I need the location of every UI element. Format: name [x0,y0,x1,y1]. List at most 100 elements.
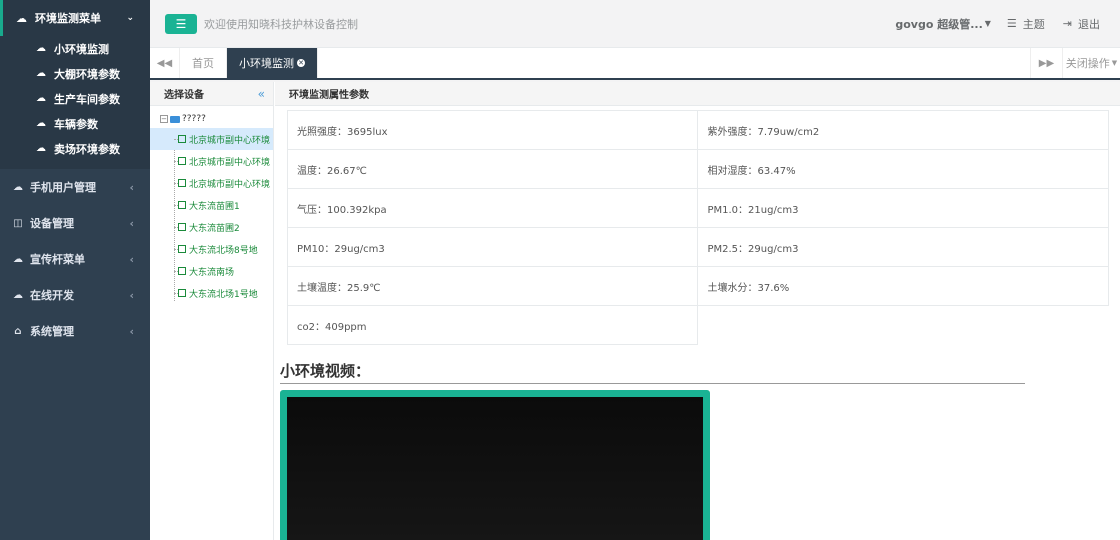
attr-cell: 紫外强度：7.79uw/cm2 [697,110,1109,150]
tree-node-label: 北京城市副中心环境 [189,135,271,146]
sidebar-item-system[interactable]: ⌂ 系统管理 ‹ [0,313,150,349]
chevron-down-icon: ⌄ [126,13,134,23]
tree-node[interactable]: 大东流南场 [150,260,273,282]
close-icon[interactable]: ✕ [297,59,305,67]
tree-node-label: 北京城市副中心环境 [189,157,271,168]
collapse-icon[interactable]: « [258,87,265,101]
tab-scroll-right-button[interactable]: ▶▶ [1030,48,1062,78]
attr-cell: 温度：26.67℃ [286,149,699,189]
collapse-box-icon[interactable]: − [160,115,168,123]
chevron-left-icon: ‹ [129,216,134,230]
chevron-left-icon: ‹ [129,288,134,302]
sidebar-item-label: 宣传杆菜单 [30,253,85,266]
sidebar-item-devices[interactable]: ◫ 设备管理 ‹ [0,205,150,241]
device-panel-header: 选择设备 « [150,82,273,106]
sidebar-item-greenhouse[interactable]: ☁ 大棚环境参数 [0,61,150,86]
sidebar-item-label: 在线开发 [30,289,74,302]
sidebar-item-label: 设备管理 [30,217,74,230]
cloud-icon: ☁ [36,68,46,79]
sidebar-item-label: 车辆参数 [54,117,98,131]
tree-node[interactable]: 大东流苗圃1 [150,194,273,216]
attributes-header: 环境监测属性参数 [275,82,1120,106]
attributes-table: 光照强度：3695lux 紫外强度：7.79uw/cm2 温度：26.67℃ 相… [286,110,1109,345]
sidebar-item-label: 卖场环境参数 [54,142,120,156]
hamburger-icon: ☰ [175,16,187,31]
video-player[interactable] [280,390,710,540]
table-row: 温度：26.67℃ 相对湿度：63.47% [286,149,1109,189]
cloud-icon: ☁ [36,43,46,54]
menu-toggle-button[interactable]: ☰ [165,13,197,34]
sidebar-section-env-monitor[interactable]: ☁ 环境监测菜单 ⌄ [0,0,150,36]
attr-cell: co2：409ppm [286,305,699,345]
attr-cell-empty [698,306,1109,345]
attr-cell: PM10：29ug/cm3 [286,227,699,267]
tree-node[interactable]: 北京城市副中心环境 [150,128,273,150]
attr-cell: PM1.0：21ug/cm3 [697,188,1109,228]
device-icon [178,289,186,297]
caret-down-icon: ▼ [1111,59,1118,67]
tree-node-label: 大东流苗圃2 [189,223,240,234]
tree-node-label: 大东流北场8号地 [189,245,258,256]
welcome-text: 欢迎使用知晓科技护林设备控制 [204,17,358,31]
tree-node[interactable]: 大东流苗圃2 [150,216,273,238]
video-canvas[interactable] [287,397,703,540]
sidebar: ☁ 环境监测菜单 ⌄ ☁ 小环境监测 ☁ 大棚环境参数 ☁ 生产车间参数 ☁ 车辆参数 … [0,0,150,540]
tree-root-label: ????? [182,114,206,124]
sidebar-item-workshop[interactable]: ☁ 生产车间参数 [0,86,150,111]
device-icon [178,135,186,143]
sidebar-item-label: 小环境监测 [54,42,109,56]
table-row: 气压：100.392kpa PM1.0：21ug/cm3 [286,188,1109,228]
tree-node[interactable]: 北京城市副中心环境 [150,172,273,194]
tree-node[interactable]: 大东流北场1号地 [150,282,273,304]
tree-root[interactable]: − ????? [150,110,273,128]
close-ops-label: 关闭操作 [1065,57,1110,70]
logout-button[interactable]: 退出 [1078,16,1100,32]
sidebar-section-label: 环境监测菜单 [35,12,101,25]
content-area: 选择设备 « − ????? 北京城市副中心环境 北京城市副中心环境 北京城市副… [150,82,1120,540]
tab-label: 首页 [192,57,214,70]
chevron-left-icon: ‹ [129,324,134,338]
sidebar-item-small-env[interactable]: ☁ 小环境监测 [0,36,150,61]
attr-cell: 相对湿度：63.47% [697,149,1109,189]
tree-node-label: 大东流南场 [189,267,235,278]
backward-icon: ◀◀ [156,57,173,69]
video-title: 小环境视频： [280,360,1025,384]
tab-small-env[interactable]: 小环境监测 ✕ [227,48,318,78]
cloud-icon: ☁ [36,118,46,129]
tab-home[interactable]: 首页 [180,48,227,78]
table-row: co2：409ppm [286,305,1109,345]
sidebar-item-label: 手机用户管理 [30,181,96,194]
sidebar-item-label: 生产车间参数 [54,92,120,106]
table-row: 土壤温度：25.9℃ 土壤水分：37.6% [286,266,1109,306]
device-icon [178,223,186,231]
sidebar-item-poles[interactable]: ☁ 宣传杆菜单 ‹ [0,241,150,277]
logout-icon: ⇥ [1062,17,1072,30]
sidebar-item-label: 系统管理 [30,325,74,338]
theme-button[interactable]: 主题 [1023,16,1045,32]
cloud-icon: ☁ [16,11,27,25]
table-row: PM10：29ug/cm3 PM2.5：29ug/cm3 [286,227,1109,267]
theme-icon: ☰ [1006,17,1017,30]
panel-title: 选择设备 [164,90,204,101]
close-operations-dropdown[interactable]: 关闭操作 ▼ [1062,48,1120,78]
sidebar-item-online-dev[interactable]: ☁ 在线开发 ‹ [0,277,150,313]
folder-icon [170,115,180,123]
sidebar-item-store[interactable]: ☁ 卖场环境参数 [0,136,150,161]
user-menu[interactable]: govgo 超级管... [895,16,982,32]
panel-title: 环境监测属性参数 [289,90,369,101]
tree-node[interactable]: 北京城市副中心环境 [150,150,273,172]
sidebar-item-mobile-users[interactable]: ☁ 手机用户管理 ‹ [0,169,150,205]
sidebar-sub-list: ☁ 小环境监测 ☁ 大棚环境参数 ☁ 生产车间参数 ☁ 车辆参数 ☁ 卖场环境参数 [0,36,150,169]
tree-node[interactable]: 大东流北场8号地 [150,238,273,260]
device-icon [178,179,186,187]
tab-scroll-left-button[interactable]: ◀◀ [150,48,180,78]
device-tree: − ????? 北京城市副中心环境 北京城市副中心环境 北京城市副中心环境 大东… [150,106,273,304]
device-icon [178,267,186,275]
device-icon [178,157,186,165]
attr-cell: 气压：100.392kpa [286,188,699,228]
sidebar-item-vehicle[interactable]: ☁ 车辆参数 [0,111,150,136]
chevron-left-icon: ‹ [129,180,134,194]
sidebar-item-label: 大棚环境参数 [54,67,120,81]
attr-cell: 光照强度：3695lux [286,110,699,150]
cloud-icon: ☁ [13,181,23,193]
